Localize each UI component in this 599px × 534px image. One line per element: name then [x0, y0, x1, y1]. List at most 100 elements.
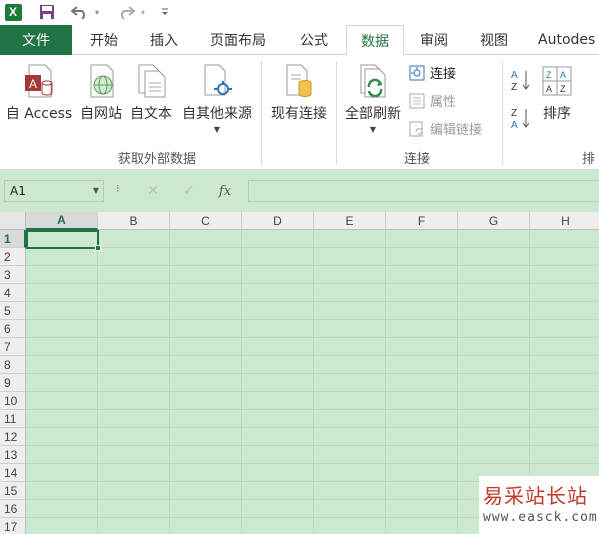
excel-app-icon-glyph: X — [4, 3, 22, 21]
properties-label: 属性 — [430, 95, 457, 110]
row-header-15[interactable]: 15 — [0, 482, 26, 500]
grid-line — [26, 301, 599, 302]
tab-autodesk[interactable]: Autodes — [530, 25, 599, 55]
tab-file[interactable]: 文件 — [0, 25, 72, 55]
quick-access-toolbar: X ▾ ▾ — [0, 0, 599, 25]
edit-links-button[interactable]: 编辑链接 — [408, 119, 482, 138]
row-header-9[interactable]: 9 — [0, 374, 26, 392]
row-header-1[interactable]: 1 — [0, 230, 26, 248]
row-header-7[interactable]: 7 — [0, 338, 26, 356]
chevron-down-icon[interactable]: ▼ — [93, 181, 99, 201]
watermark-url: www.easck.com — [483, 510, 598, 525]
tab-view[interactable]: 视图 — [470, 25, 518, 55]
name-box[interactable]: A1 ▼ — [4, 180, 104, 202]
column-header-a[interactable]: A — [26, 212, 98, 230]
column-header-g[interactable]: G — [458, 212, 530, 230]
from-access-button[interactable]: A 自 Access — [2, 55, 76, 123]
tab-formulas[interactable]: 公式 — [290, 25, 338, 55]
from-text-button[interactable]: 自文本 — [126, 55, 176, 123]
active-cell[interactable] — [26, 230, 101, 251]
undo-dropdown-icon[interactable]: ▾ — [92, 0, 102, 24]
grid-line — [26, 373, 599, 374]
group-separator — [261, 61, 262, 165]
redo-dropdown-icon[interactable]: ▾ — [138, 0, 148, 24]
row-header-8[interactable]: 8 — [0, 356, 26, 374]
grid-line — [241, 230, 242, 534]
row-header-13[interactable]: 13 — [0, 446, 26, 464]
grid-line — [26, 319, 599, 320]
grid-line — [26, 265, 599, 266]
sort-a-to-z-icon[interactable]: A Z — [510, 67, 532, 93]
refresh-all-button[interactable]: 全部刷新 ▼ — [340, 55, 406, 134]
grid-line — [97, 230, 98, 534]
excel-app-icon: X — [3, 0, 23, 24]
select-all-corner[interactable] — [0, 212, 26, 230]
grid-line — [26, 427, 599, 428]
formula-input[interactable] — [248, 180, 599, 202]
column-header-b[interactable]: B — [98, 212, 170, 230]
row-header-4[interactable]: 4 — [0, 284, 26, 302]
group-label-get-external-data: 获取外部数据 — [118, 152, 197, 167]
row-header-10[interactable]: 10 — [0, 392, 26, 410]
svg-text:Z: Z — [511, 108, 517, 119]
chevron-down-icon: ▼ — [213, 125, 221, 134]
column-header-f[interactable]: F — [386, 212, 458, 230]
column-header-c[interactable]: C — [170, 212, 242, 230]
formula-bar: A1 ▼ ⁝ ✕ ✓ fx — [0, 170, 599, 212]
column-header-h[interactable]: H — [530, 212, 599, 230]
row-header-6[interactable]: 6 — [0, 320, 26, 338]
column-header-d[interactable]: D — [242, 212, 314, 230]
row-header-2[interactable]: 2 — [0, 248, 26, 266]
undo-icon[interactable] — [68, 0, 92, 24]
grid-line — [313, 230, 314, 534]
tab-page-layout[interactable]: 页面布局 — [198, 25, 278, 55]
connections-label: 连接 — [430, 67, 457, 82]
cancel-icon[interactable]: ✕ — [140, 180, 166, 202]
customize-dropdown-icon[interactable] — [158, 0, 172, 24]
grid-line — [26, 283, 599, 284]
row-header-12[interactable]: 12 — [0, 428, 26, 446]
svg-text:A: A — [511, 120, 518, 131]
sort-button[interactable]: Z A A Z 排序 — [536, 55, 578, 123]
ribbon-tabs: 文件 开始 插入 页面布局 公式 数据 审阅 视图 Autodes — [0, 25, 599, 56]
grid-line — [26, 355, 599, 356]
tab-review[interactable]: 审阅 — [410, 25, 458, 55]
web-globe-icon — [90, 64, 114, 98]
svg-text:Z: Z — [546, 70, 552, 80]
existing-connections-icon — [286, 64, 312, 97]
tab-insert[interactable]: 插入 — [140, 25, 188, 55]
from-web-button[interactable]: 自网站 — [76, 55, 126, 123]
watermark-title: 易采站长站 — [483, 484, 588, 508]
tab-home[interactable]: 开始 — [80, 25, 128, 55]
existing-connections-label: 现有连接 — [271, 106, 327, 122]
row-header-3[interactable]: 3 — [0, 266, 26, 284]
redo-icon[interactable] — [114, 0, 138, 24]
enter-icon[interactable]: ✓ — [176, 180, 202, 202]
row-header-11[interactable]: 11 — [0, 410, 26, 428]
svg-text:Z: Z — [560, 84, 566, 94]
row-header-17[interactable]: 17 — [0, 518, 26, 534]
sort-label: 排序 — [543, 106, 571, 122]
row-header-5[interactable]: 5 — [0, 302, 26, 320]
properties-button[interactable]: 属性 — [408, 91, 456, 110]
svg-text:Z: Z — [511, 82, 517, 93]
from-other-sources-button[interactable]: 自其他来源 ▼ — [176, 55, 258, 134]
properties-icon — [409, 93, 425, 108]
existing-connections-button[interactable]: 现有连接 — [264, 55, 334, 123]
fill-handle[interactable] — [95, 245, 101, 251]
insert-function-button[interactable]: fx — [212, 180, 238, 202]
connections-button[interactable]: 连接 — [408, 63, 456, 82]
edit-links-label: 编辑链接 — [430, 123, 483, 138]
group-separator — [336, 61, 337, 165]
svg-text:A: A — [511, 70, 518, 81]
sort-z-to-a-icon[interactable]: Z A — [510, 105, 532, 131]
sort-dialog-icon: Z A A Z — [542, 66, 572, 96]
tab-data[interactable]: 数据 — [346, 25, 404, 56]
from-access-label: 自 Access — [5, 106, 73, 122]
grid-line — [26, 337, 599, 338]
formula-bar-resize-handle[interactable]: ⁝ — [116, 182, 120, 195]
save-icon[interactable] — [36, 0, 58, 24]
column-header-e[interactable]: E — [314, 212, 386, 230]
row-header-14[interactable]: 14 — [0, 464, 26, 482]
row-header-16[interactable]: 16 — [0, 500, 26, 518]
